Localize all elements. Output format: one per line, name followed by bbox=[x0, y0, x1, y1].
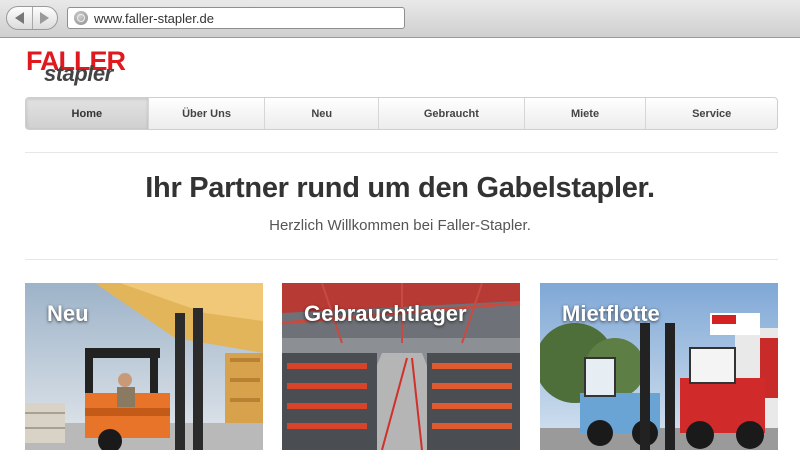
nav-item-service[interactable]: Service bbox=[646, 98, 777, 129]
divider-top bbox=[25, 152, 778, 153]
nav-item-home[interactable]: Home bbox=[26, 98, 149, 129]
logo-stapler: stapler bbox=[44, 61, 113, 86]
forward-arrow-icon bbox=[40, 12, 50, 24]
nav-item-neu[interactable]: Neu bbox=[265, 98, 380, 129]
divider-bottom bbox=[25, 259, 778, 260]
back-button[interactable] bbox=[7, 7, 32, 29]
nav-item-miete[interactable]: Miete bbox=[525, 98, 647, 129]
page-subtitle: Herzlich Willkommen bei Faller-Stapler. bbox=[269, 217, 531, 234]
globe-icon bbox=[74, 11, 88, 25]
tile-label-mietflotte: Mietflotte bbox=[562, 301, 660, 326]
site-logo[interactable]: FALLER stapler bbox=[26, 48, 136, 88]
tile-mietflotte[interactable]: Mietflotte bbox=[540, 283, 778, 450]
address-bar[interactable]: www.faller-stapler.de bbox=[67, 7, 405, 29]
back-arrow-icon bbox=[14, 12, 24, 24]
tile-label-neu: Neu bbox=[47, 301, 89, 326]
address-text[interactable]: www.faller-stapler.de bbox=[94, 11, 214, 26]
nav-item-ueber-uns[interactable]: Über Uns bbox=[149, 98, 266, 129]
history-buttons bbox=[6, 6, 58, 30]
tile-neu[interactable]: Neu bbox=[25, 283, 263, 450]
browser-toolbar: www.faller-stapler.de bbox=[0, 0, 800, 38]
page-title: Ihr Partner rund um den Gabelstapler. bbox=[145, 172, 655, 204]
tile-label-gebrauchtlager: Gebrauchtlager bbox=[304, 301, 467, 326]
nav-item-gebraucht[interactable]: Gebraucht bbox=[379, 98, 525, 129]
main-navigation: Home Über Uns Neu Gebraucht Miete Servic… bbox=[25, 97, 778, 130]
forward-button[interactable] bbox=[31, 7, 57, 29]
tile-gebrauchtlager[interactable]: Gebrauchtlager bbox=[282, 283, 520, 450]
